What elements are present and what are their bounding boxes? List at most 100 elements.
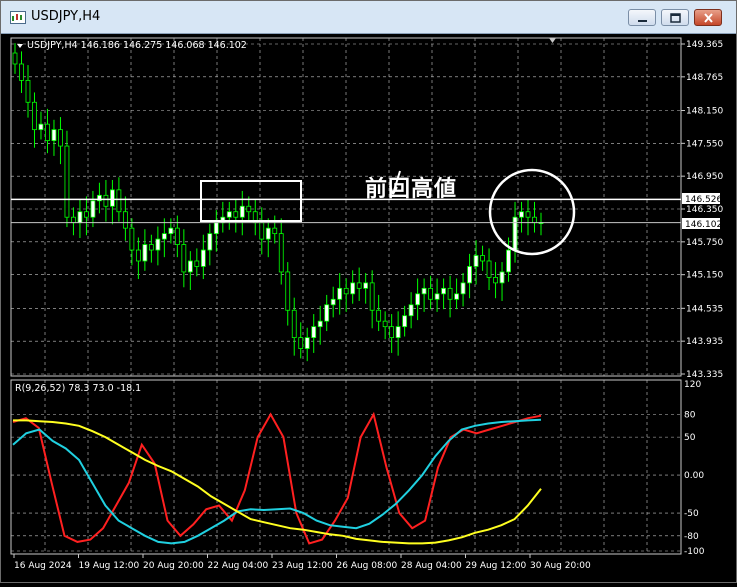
indicator-tick-label: 50 [684, 433, 696, 443]
chart-app-icon [10, 11, 26, 24]
candle-body [122, 211, 128, 229]
candle-body [532, 216, 537, 224]
annotation-label: 前回高値 [365, 177, 458, 202]
candle-body [467, 266, 472, 284]
indicator-series-line [12, 411, 542, 545]
hline-price-label: 146.526 [685, 195, 722, 205]
candle-body [291, 309, 297, 339]
maximize-icon [670, 13, 681, 23]
candle-body [525, 211, 531, 218]
minimize-button[interactable] [628, 9, 656, 26]
candle-body [148, 244, 154, 251]
candle-body [493, 277, 498, 284]
candle-body [58, 129, 63, 147]
candle-body [12, 52, 18, 65]
main-grid [11, 38, 681, 376]
candle-body [51, 129, 57, 141]
candle-body [369, 282, 375, 311]
candle-body [265, 227, 271, 240]
candle-body [64, 145, 70, 218]
candle-body [460, 282, 466, 295]
indicator-tick-label: -80 [684, 532, 699, 542]
candle-body [161, 233, 167, 240]
candle-body [499, 271, 505, 284]
chart-area[interactable]: 149.365 148.765 148.150 147.550 146.950 146.3… [1, 34, 736, 583]
chart-window: USDJPY,H4 149.365 148.765 148.150 147.550 14… [0, 0, 737, 583]
candle-body [181, 244, 187, 273]
indicator-tick-label: -50 [684, 509, 699, 519]
maximize-button[interactable] [661, 9, 689, 26]
candle-body [324, 304, 330, 322]
price-tick-label: 146.950 [686, 172, 723, 182]
price-tick-label: 145.750 [686, 238, 723, 248]
chart-shift-marker-icon[interactable] [549, 38, 556, 43]
candle-body [441, 287, 446, 295]
candle-body [421, 287, 427, 295]
candle-body [480, 255, 485, 262]
candle-body [389, 326, 395, 339]
price-tick-label: 145.150 [686, 271, 723, 281]
candle-body [330, 298, 336, 306]
time-tick-label: 23 Aug 12:00 [272, 561, 333, 571]
candle-body [233, 211, 239, 218]
indicator-tick-label: 120 [684, 380, 701, 390]
candle-body [194, 260, 200, 267]
price-chart[interactable]: 149.365 148.765 148.150 147.550 146.950 146.3… [1, 34, 736, 583]
candle-body [155, 238, 161, 251]
candle-body [272, 227, 278, 235]
candle-body [506, 249, 511, 273]
price-tick-label: 143.935 [686, 337, 723, 347]
time-tick-label: 16 Aug 2024 [14, 561, 72, 571]
time-tick-label: 26 Aug 08:00 [337, 561, 398, 571]
candle-body [32, 101, 37, 131]
candle-body [408, 304, 414, 317]
candle-body [207, 233, 213, 251]
indicator-tick-label: 80 [684, 410, 696, 420]
candle-body [428, 287, 434, 300]
highlight-circle [488, 168, 576, 256]
title-bar[interactable]: USDJPY,H4 [1, 1, 736, 34]
candle-body [382, 320, 388, 328]
candle-body [213, 222, 219, 235]
axis-labels: 149.365 148.765 148.150 147.550 146.950 146.3… [13, 40, 723, 571]
candle-body [142, 244, 148, 262]
indicator-header: R(9,26,52) 78.3 73.0 -18.1 [15, 383, 141, 394]
candles [12, 43, 544, 362]
close-icon [704, 13, 713, 23]
candle-body [447, 287, 453, 300]
candle-body [304, 337, 310, 349]
candle-body [174, 227, 180, 245]
candle-body [434, 293, 440, 300]
candle-body [402, 315, 408, 328]
time-tick-label: 28 Aug 04:00 [401, 561, 462, 571]
main-chart-header: USDJPY,H4 146.186 146.275 146.068 146.10… [27, 40, 247, 51]
candle-body [356, 282, 362, 289]
candle-body [129, 227, 135, 251]
time-tick-label: 19 Aug 12:00 [79, 561, 140, 571]
candle-body [298, 337, 304, 349]
candle-body [454, 293, 459, 300]
candle-body [363, 282, 369, 289]
close-button[interactable] [694, 9, 722, 26]
candle-body [337, 287, 343, 300]
candle-body [278, 233, 284, 273]
candle-body [38, 123, 44, 131]
candle-body [311, 326, 317, 339]
collapse-triangle-icon[interactable] [17, 44, 23, 48]
candle-body [239, 205, 245, 218]
time-tick-label: 20 Aug 20:00 [143, 561, 204, 571]
candle-body [519, 211, 524, 218]
candle-body [135, 249, 141, 262]
candle-body [25, 79, 31, 103]
candle-body [71, 216, 76, 224]
candle-body [343, 287, 349, 295]
candle-body [395, 326, 401, 339]
price-tick-label: 147.550 [686, 139, 723, 149]
time-tick-label: 22 Aug 04:00 [208, 561, 269, 571]
indicator-tick-label: 0.00 [684, 471, 704, 481]
candle-body [246, 205, 252, 213]
price-tick-label: 143.335 [686, 370, 723, 380]
price-tick-label: 148.765 [686, 73, 723, 83]
candle-body [415, 293, 421, 306]
price-tick-label: 148.150 [686, 106, 723, 116]
